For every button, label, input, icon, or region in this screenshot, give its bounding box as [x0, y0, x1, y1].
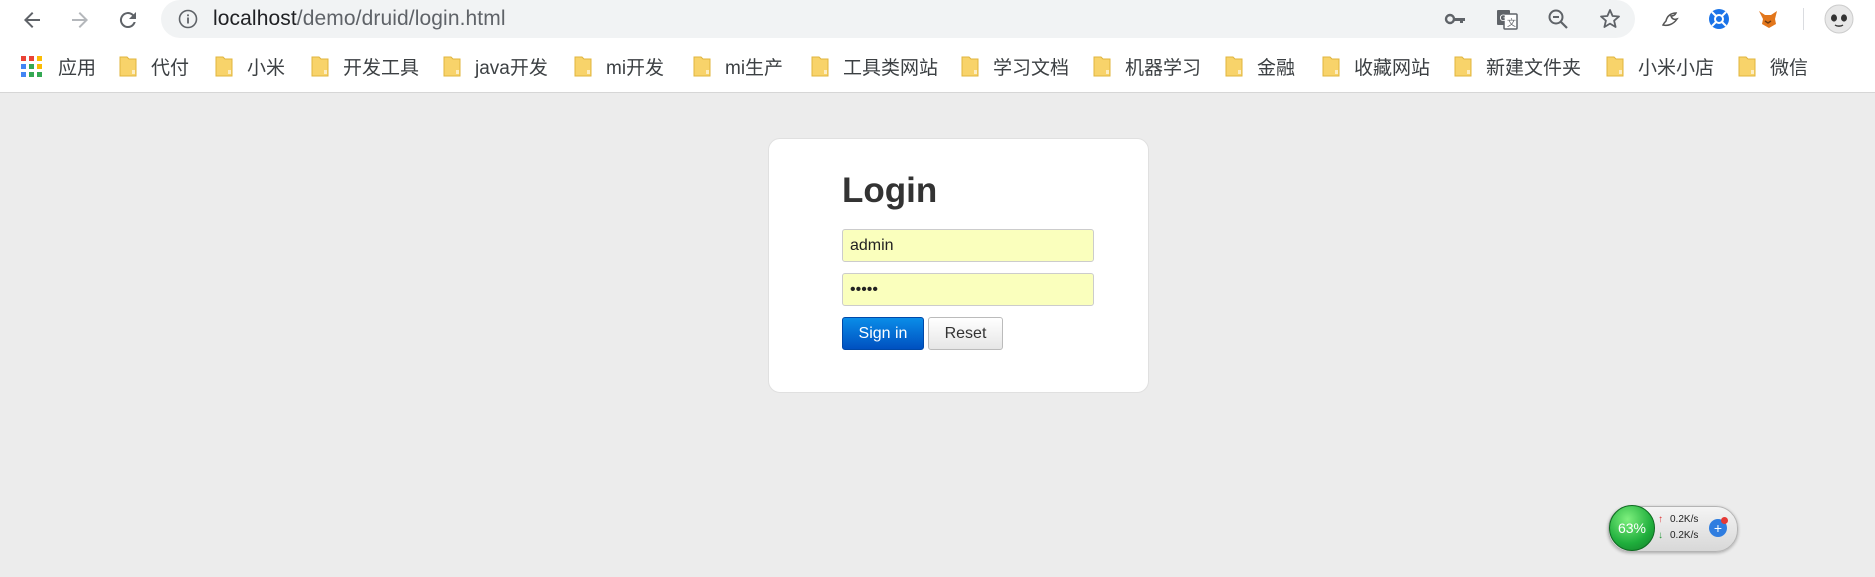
bookmark-folder[interactable]: 学习文档	[961, 40, 1069, 92]
svg-text:文: 文	[1507, 17, 1516, 29]
bookmark-label: mi开发	[606, 57, 665, 79]
bookmark-label: 代付	[151, 57, 190, 79]
extension-fox-icon[interactable]	[1755, 6, 1781, 32]
info-icon[interactable]	[178, 9, 198, 29]
bookmark-folder[interactable]: 工具类网站	[811, 40, 938, 92]
folder-icon	[311, 56, 329, 77]
upload-speed-value: 0.2K/s	[1670, 514, 1699, 525]
key-icon[interactable]	[1442, 6, 1468, 32]
browser-toolbar: localhost/demo/druid/login.html G文	[0, 0, 1875, 40]
svg-text:G: G	[1500, 14, 1507, 24]
zoom-out-icon[interactable]	[1545, 6, 1571, 32]
back-icon[interactable]	[18, 6, 46, 34]
address-bar[interactable]: localhost/demo/druid/login.html G文	[161, 0, 1635, 38]
profile-avatar-icon[interactable]	[1824, 4, 1854, 34]
bookmark-folder[interactable]: 金融	[1225, 40, 1295, 92]
folder-icon	[1093, 56, 1111, 77]
upload-arrow-icon: ↑	[1658, 514, 1663, 525]
password-input[interactable]	[842, 273, 1094, 306]
forward-icon[interactable]	[66, 6, 94, 34]
bookmark-folder[interactable]: mi开发	[574, 40, 664, 92]
bookmark-folder[interactable]: 小米	[215, 40, 285, 92]
folder-icon	[1454, 56, 1472, 77]
bookmark-label: 金融	[1257, 57, 1296, 79]
folder-icon	[574, 56, 592, 77]
folder-icon	[961, 56, 979, 77]
folder-icon	[693, 56, 711, 77]
bookmark-folder[interactable]: mi生产	[693, 40, 783, 92]
bookmark-label: 工具类网站	[843, 57, 939, 79]
bookmark-folder[interactable]: 新建文件夹	[1454, 40, 1581, 92]
folder-icon	[1738, 56, 1756, 77]
folder-icon	[1225, 56, 1243, 77]
bookmark-label: 小米	[247, 57, 286, 79]
bookmark-label: java开发	[475, 57, 548, 79]
sign-in-button[interactable]: Sign in	[842, 317, 924, 350]
folder-icon	[811, 56, 829, 77]
translate-icon[interactable]: G文	[1494, 6, 1520, 32]
bookmark-star-icon[interactable]	[1597, 6, 1623, 32]
bookmark-label: 小米小店	[1638, 57, 1715, 79]
bookmark-label: 机器学习	[1125, 57, 1202, 79]
download-speed: ↓ 0.2K/s	[1658, 530, 1698, 541]
bookmark-folder[interactable]: 机器学习	[1093, 40, 1201, 92]
upload-speed: ↑ 0.2K/s	[1658, 514, 1698, 525]
bookmark-folder[interactable]: 微信	[1738, 40, 1808, 92]
extension-lifebuoy-icon[interactable]	[1706, 6, 1732, 32]
folder-icon	[215, 56, 233, 77]
url-path: /demo/druid/login.html	[296, 7, 506, 30]
username-input[interactable]	[842, 229, 1094, 262]
reload-icon[interactable]	[114, 6, 142, 34]
apps-grid-icon	[21, 55, 42, 77]
folder-icon	[1322, 56, 1340, 77]
bookmark-label: 开发工具	[343, 57, 420, 79]
reset-button[interactable]: Reset	[928, 317, 1003, 350]
download-arrow-icon: ↓	[1658, 530, 1663, 541]
bookmark-folder[interactable]: 小米小店	[1606, 40, 1714, 92]
folder-icon	[1606, 56, 1624, 77]
login-title: Login	[842, 171, 938, 210]
bookmark-folder[interactable]: 代付	[119, 40, 189, 92]
notification-dot	[1721, 517, 1728, 524]
toolbar-divider	[1803, 8, 1804, 30]
bookmark-label: 新建文件夹	[1486, 57, 1582, 79]
memory-usage-ball[interactable]: 63%	[1609, 505, 1655, 551]
folder-icon	[443, 56, 461, 77]
bookmark-folder[interactable]: 收藏网站	[1322, 40, 1430, 92]
folder-icon	[119, 56, 137, 77]
bookmark-folder[interactable]: java开发	[443, 40, 548, 92]
bookmark-label: 微信	[1770, 57, 1809, 79]
bookmark-folder[interactable]: 开发工具	[311, 40, 419, 92]
bookmark-label: mi生产	[725, 57, 784, 79]
extension-bird-icon[interactable]	[1658, 6, 1684, 32]
login-card: Login Sign in Reset	[768, 138, 1149, 393]
bookmarks-bar: 应用 代付 小米 开发工具 java开发 mi开发 mi生产 工具类网站 学习文…	[0, 40, 1875, 93]
bookmark-apps[interactable]: 应用	[21, 40, 96, 92]
bookmark-label: 学习文档	[993, 57, 1070, 79]
download-speed-value: 0.2K/s	[1670, 530, 1699, 541]
bookmark-label: 收藏网站	[1354, 57, 1431, 79]
url-host: localhost	[213, 7, 297, 30]
url-text[interactable]: localhost/demo/druid/login.html	[213, 7, 506, 31]
bookmark-label: 应用	[58, 57, 97, 79]
